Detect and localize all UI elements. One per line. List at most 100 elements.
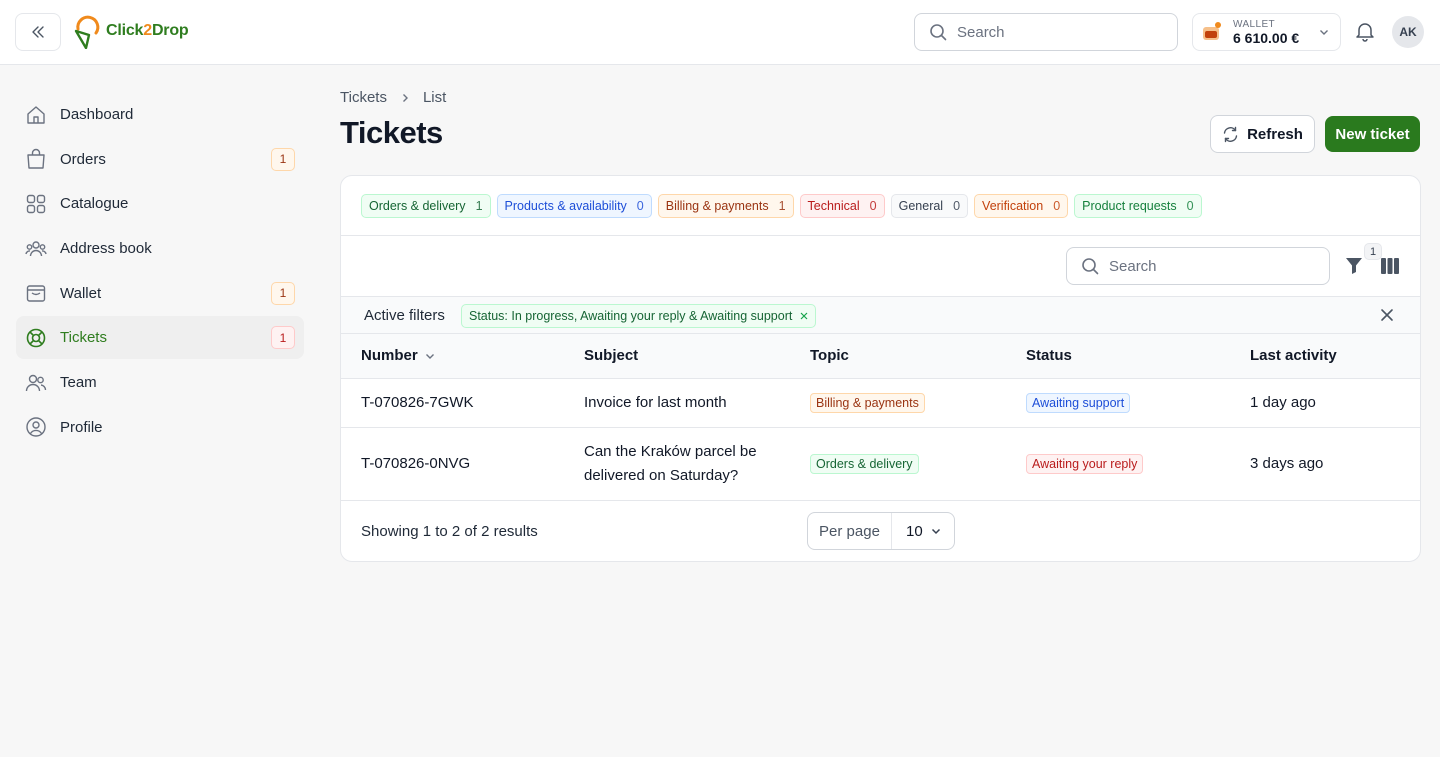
columns-icon[interactable]	[1380, 256, 1400, 276]
active-filter-text: Status: In progress, Awaiting your reply…	[469, 309, 793, 323]
column-label: Subject	[584, 347, 639, 364]
topic-count: 0	[636, 199, 644, 213]
sidebar-item-tickets[interactable]: Tickets 1	[16, 316, 304, 360]
filter-icon[interactable]	[1344, 255, 1364, 275]
topic-count: 1	[475, 199, 483, 213]
wallet-icon	[25, 282, 47, 304]
active-filters-label: Active filters	[364, 307, 445, 324]
sidebar-item-catalogue[interactable]: Catalogue	[16, 182, 304, 225]
column-label: Topic	[810, 347, 849, 364]
topic-count: 0	[1053, 199, 1061, 213]
avatar[interactable]: AK	[1392, 16, 1424, 48]
logo[interactable]: Click2Drop	[70, 13, 189, 49]
topic-count: 1	[778, 199, 786, 213]
wallet-icon	[1202, 22, 1222, 42]
table-search-input[interactable]: Search	[1066, 247, 1330, 285]
column-status: Status	[1026, 347, 1072, 364]
sidebar-item-label: Tickets	[60, 329, 107, 347]
per-page-value: 10	[906, 522, 923, 540]
breadcrumb: Tickets List	[340, 89, 446, 106]
user-circle-icon	[25, 416, 47, 438]
orders-count-badge: 1	[271, 147, 295, 171]
refresh-button[interactable]: Refresh	[1210, 115, 1315, 153]
topic-tab-technical[interactable]: Technical 0	[799, 194, 885, 218]
new-ticket-label: New ticket	[1335, 125, 1410, 143]
status-badge: Awaiting your reply	[1026, 454, 1144, 474]
topic-label: Billing & payments	[665, 199, 769, 213]
topic-tab-general[interactable]: General 0	[890, 194, 969, 218]
wallet-dropdown[interactable]: WALLET 6 610.00 €	[1192, 13, 1341, 51]
sidebar-item-label: Orders	[60, 150, 106, 168]
per-page-select[interactable]: Per page 10	[807, 512, 955, 550]
logo-text: Click2Drop	[106, 22, 189, 39]
per-page-value-wrap[interactable]: 10	[892, 513, 954, 549]
users-group-icon	[25, 238, 47, 260]
table-row[interactable]: T-070826-0NVG Can the Kraków parcel be d…	[341, 428, 1420, 501]
topic-tab-products-availability[interactable]: Products & availability 0	[496, 194, 652, 218]
sidebar-item-label: Catalogue	[60, 195, 129, 213]
topic-label: General	[898, 199, 944, 213]
topic-tab-orders-delivery[interactable]: Orders & delivery 1	[361, 194, 491, 218]
collapse-sidebar-button[interactable]	[15, 13, 61, 51]
topic-badge: Billing & payments	[810, 393, 925, 413]
sort-chevron-down-icon	[425, 353, 434, 359]
lifebuoy-icon	[25, 327, 47, 349]
column-number[interactable]: Number	[361, 347, 436, 364]
team-icon	[25, 372, 47, 394]
sidebar-item-label: Profile	[60, 418, 103, 436]
logo-mark-icon	[74, 15, 100, 49]
home-icon	[25, 104, 47, 126]
per-page-label: Per page	[808, 513, 892, 549]
sidebar-item-label: Dashboard	[60, 106, 134, 123]
topic-label: Products & availability	[504, 199, 627, 213]
active-filters-bar: Active filters Status: In progress, Awai…	[341, 296, 1420, 334]
sidebar-item-profile[interactable]: Profile	[16, 406, 304, 449]
sidebar-item-dashboard[interactable]: Dashboard	[16, 93, 304, 136]
topic-label: Orders & delivery	[369, 199, 466, 213]
page-title: Tickets	[340, 115, 443, 150]
clear-filters-icon[interactable]	[1380, 308, 1394, 322]
sidebar-item-label: Address book	[60, 240, 152, 258]
wallet-count-badge: 1	[271, 281, 295, 305]
search-placeholder: Search	[957, 23, 1005, 41]
remove-filter-icon[interactable]	[800, 312, 808, 320]
sidebar: Dashboard Orders 1 Catalogue Address boo…	[16, 93, 304, 451]
sidebar-item-label: Wallet	[60, 284, 102, 302]
search-icon	[1082, 258, 1099, 275]
ticket-subject: Invoice for last month	[584, 394, 727, 411]
refresh-label: Refresh	[1247, 125, 1303, 143]
wallet-amount: 6 610.00 €	[1233, 29, 1300, 46]
sidebar-item-team[interactable]: Team	[16, 361, 304, 404]
topic-label: Technical	[807, 199, 860, 213]
active-filter-chip: Status: In progress, Awaiting your reply…	[461, 304, 817, 328]
topic-tab-product-requests[interactable]: Product requests 0	[1074, 194, 1202, 218]
avatar-initials: AK	[1399, 25, 1417, 39]
sidebar-item-orders[interactable]: Orders 1	[16, 138, 304, 181]
shopping-bag-icon	[25, 148, 47, 170]
breadcrumb-current: List	[422, 89, 447, 106]
refresh-icon	[1223, 126, 1238, 142]
last-activity: 1 day ago	[1250, 394, 1316, 411]
sidebar-item-wallet[interactable]: Wallet 1	[16, 272, 304, 315]
breadcrumb-tickets-link[interactable]: Tickets	[340, 89, 387, 106]
column-label: Status	[1026, 347, 1072, 364]
topic-count: 0	[869, 199, 877, 213]
ticket-number: T-070826-0NVG	[361, 455, 471, 472]
search-placeholder: Search	[1109, 257, 1157, 275]
topic-badge: Orders & delivery	[810, 454, 919, 474]
global-search-input[interactable]: Search	[914, 13, 1178, 51]
topic-tab-billing-payments[interactable]: Billing & payments 1	[657, 194, 794, 218]
grid-icon	[25, 193, 47, 215]
topic-count: 0	[1186, 199, 1194, 213]
table-row[interactable]: T-070826-7GWK Invoice for last month Bil…	[341, 379, 1420, 428]
topic-label: Verification	[982, 199, 1044, 213]
table-header: Number Subject Topic Status Last activit…	[341, 334, 1420, 379]
status-badge: Awaiting support	[1026, 393, 1131, 413]
tickets-card: Orders & delivery 1 Products & availabili…	[340, 175, 1421, 562]
new-ticket-button[interactable]: New ticket	[1325, 116, 1420, 152]
topic-label: Product requests	[1082, 199, 1177, 213]
topic-tab-verification[interactable]: Verification 0	[974, 194, 1069, 218]
topic-tabs: Orders & delivery 1 Products & availabili…	[361, 194, 1202, 218]
bell-icon[interactable]	[1354, 20, 1376, 42]
sidebar-item-address-book[interactable]: Address book	[16, 227, 304, 270]
